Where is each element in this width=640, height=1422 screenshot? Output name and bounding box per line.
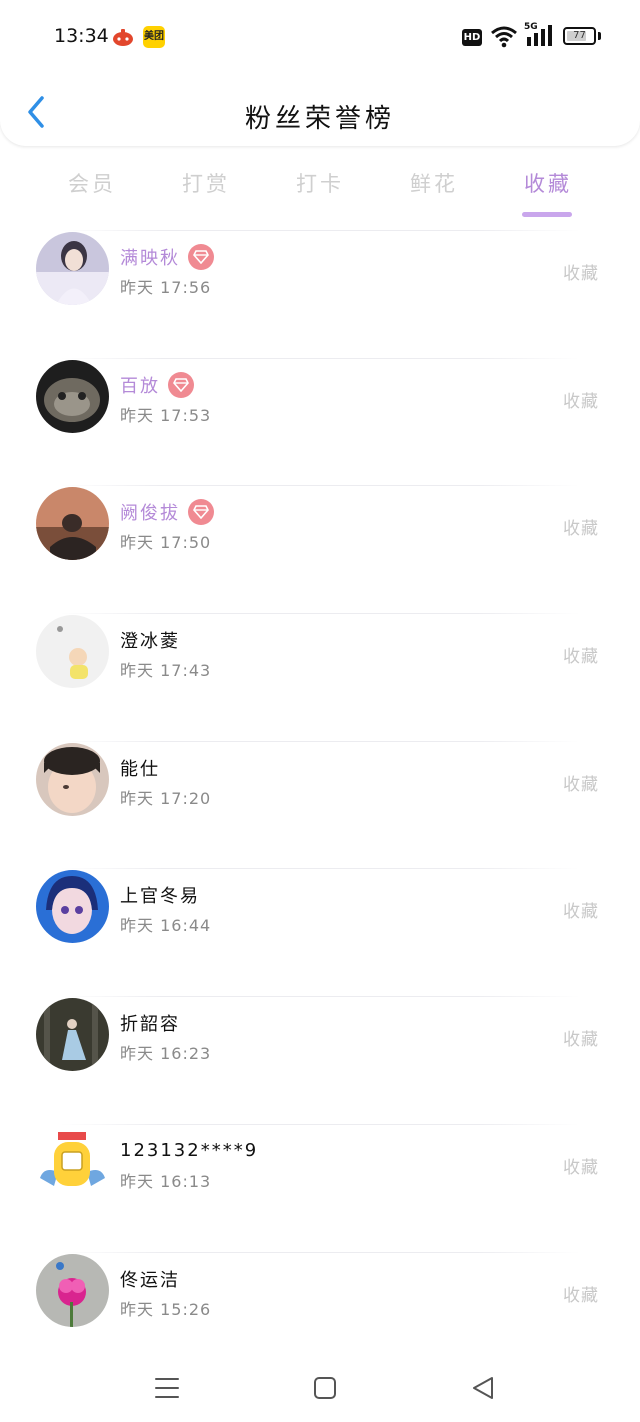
status-bar: 13:34 美团 HD 5G 77 — [0, 0, 640, 74]
row-divider — [60, 230, 580, 231]
home-button[interactable] — [305, 1368, 345, 1408]
user-name: 能仕 — [120, 758, 160, 780]
avatar — [36, 998, 109, 1072]
action-label: 收藏 — [563, 519, 599, 540]
tab-favorites[interactable]: 收藏 — [498, 168, 598, 217]
timestamp: 昨天 17:43 — [120, 661, 212, 681]
avatar — [36, 232, 109, 305]
action-label: 收藏 — [563, 1030, 599, 1051]
list-item[interactable]: 123132****9 昨天 16:13 收藏 — [0, 1123, 640, 1252]
user-name: 百放 — [120, 375, 160, 397]
list-item[interactable]: 阙俊拔 昨天 17:50 收藏 — [0, 485, 640, 613]
name-line: 上官冬易 — [120, 881, 200, 909]
action-label: 收藏 — [563, 1157, 599, 1178]
diamond-icon — [168, 371, 194, 398]
name-line: 折韶容 — [120, 1009, 180, 1037]
list-item[interactable]: 满映秋 昨天 17:56 收藏 — [0, 230, 640, 358]
timestamp: 昨天 17:53 — [120, 405, 212, 425]
row-divider — [60, 485, 580, 487]
row-divider — [60, 868, 580, 870]
page-title: 粉丝荣誉榜 — [244, 104, 395, 134]
action-label: 收藏 — [563, 774, 599, 795]
battery-cap — [598, 32, 601, 40]
tab-checkin[interactable]: 打卡 — [270, 168, 370, 198]
avatar — [36, 870, 109, 944]
name-line: 澄冰菱 — [120, 626, 180, 654]
avatar — [36, 615, 109, 689]
diamond-icon — [188, 244, 214, 270]
list-item[interactable]: 折韶容 昨天 16:23 收藏 — [0, 996, 640, 1124]
tab-reward[interactable]: 打赏 — [156, 168, 256, 198]
battery-icon: 77 — [563, 27, 596, 45]
notification-app-icon — [112, 26, 134, 48]
avatar — [36, 487, 109, 561]
hd-icon: HD — [462, 29, 482, 46]
list-item[interactable]: 澄冰菱 昨天 17:43 收藏 — [0, 613, 640, 741]
timestamp: 昨天 17:50 — [120, 533, 212, 553]
name-line: 百放 — [120, 371, 194, 399]
user-name: 澄冰菱 — [120, 631, 180, 653]
triangle-back-icon — [473, 1377, 493, 1399]
action-label: 收藏 — [563, 264, 599, 284]
list-item[interactable]: 能仕 昨天 17:20 收藏 — [0, 740, 640, 869]
row-divider — [60, 1251, 580, 1253]
system-navigation-bar — [0, 1350, 640, 1422]
avatar — [36, 1253, 109, 1327]
menu-button[interactable] — [147, 1368, 187, 1408]
user-name: 折韶容 — [120, 1014, 180, 1036]
diamond-icon — [188, 499, 214, 526]
fan-list: 满映秋 昨天 17:56 收藏 百放 昨天 17:53 收藏 阙俊拔 昨天 17… — [0, 230, 640, 1379]
avatar — [36, 742, 109, 816]
user-name: 阙俊拔 — [120, 503, 180, 525]
user-name: 佟运洁 — [120, 1269, 180, 1291]
action-label: 收藏 — [563, 902, 599, 923]
action-label: 收藏 — [563, 1285, 599, 1306]
list-item[interactable]: 百放 昨天 17:53 收藏 — [0, 357, 640, 486]
name-line: 阙俊拔 — [120, 498, 214, 526]
signal-strength-icon — [525, 24, 555, 52]
tab-favorites-label: 收藏 — [524, 172, 572, 196]
user-name: 满映秋 — [120, 248, 180, 269]
user-name: 上官冬易 — [120, 886, 200, 908]
battery-level: 77 — [573, 30, 586, 41]
row-divider — [60, 613, 580, 615]
name-line: 123132****9 — [120, 1137, 258, 1165]
avatar — [36, 1125, 109, 1199]
row-divider — [60, 1123, 580, 1125]
tab-flowers[interactable]: 鲜花 — [384, 168, 484, 198]
system-back-button[interactable] — [463, 1368, 503, 1408]
header-card: 13:34 美团 HD 5G 77 粉丝荣誉榜 — [0, 0, 640, 146]
tab-member[interactable]: 会员 — [42, 168, 142, 198]
row-divider — [60, 996, 580, 998]
avatar — [36, 359, 109, 433]
name-line: 能仕 — [120, 754, 160, 782]
wifi-icon — [490, 26, 518, 52]
row-divider — [60, 740, 580, 742]
timestamp: 昨天 16:13 — [120, 1171, 212, 1191]
menu-lines-icon — [155, 1378, 179, 1398]
action-label: 收藏 — [563, 647, 599, 668]
tab-bar: 会员 打赏 打卡 鲜花 收藏 — [0, 158, 640, 217]
timestamp: 昨天 17:20 — [120, 788, 212, 808]
name-line: 满映秋 — [120, 243, 214, 271]
meituan-app-icon: 美团 — [143, 26, 165, 48]
square-home-icon — [314, 1377, 336, 1399]
timestamp: 昨天 16:44 — [120, 916, 212, 936]
timestamp: 昨天 15:26 — [120, 1299, 212, 1319]
active-tab-indicator — [522, 212, 572, 217]
name-line: 佟运洁 — [120, 1265, 180, 1293]
row-divider — [60, 357, 580, 359]
timestamp: 昨天 17:56 — [120, 278, 212, 297]
status-time: 13:34 — [54, 25, 109, 47]
list-item[interactable]: 上官冬易 昨天 16:44 收藏 — [0, 868, 640, 996]
timestamp: 昨天 16:23 — [120, 1044, 212, 1064]
action-label: 收藏 — [563, 391, 599, 412]
user-name: 123132****9 — [120, 1140, 259, 1162]
